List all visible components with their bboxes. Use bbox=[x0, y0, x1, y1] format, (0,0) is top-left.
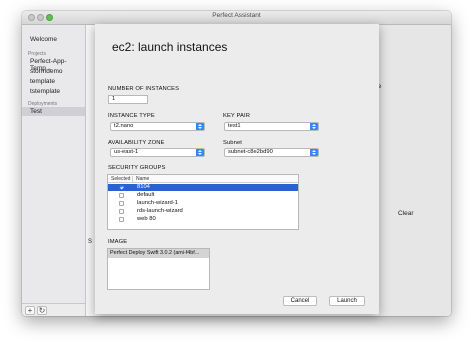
launch-button[interactable]: Launch bbox=[329, 296, 365, 306]
chevron-updown-icon bbox=[310, 123, 318, 130]
sidebar-item-deployment[interactable]: Test bbox=[22, 107, 85, 116]
availability-zone-value: us-east-1 bbox=[114, 149, 139, 155]
sheet-title: ec2: launch instances bbox=[112, 40, 228, 54]
subnet-value: subnet-c8e2bd90 bbox=[228, 149, 273, 155]
security-groups-table[interactable]: Selected Name 8104 default launch-wizard… bbox=[107, 174, 299, 230]
instance-type-select[interactable]: t2.nano bbox=[110, 122, 205, 131]
table-header: Selected Name bbox=[108, 175, 298, 183]
sidebar-item-project[interactable]: tstemplate bbox=[30, 88, 60, 95]
detail-panel bbox=[378, 25, 451, 316]
column-header-name[interactable]: Name bbox=[136, 176, 149, 182]
sidebar: Welcome Projects Perfect-App-Temp... sto… bbox=[22, 25, 86, 316]
title-bar: Perfect Assistant bbox=[22, 11, 451, 25]
sidebar-header-projects: Projects bbox=[28, 51, 47, 57]
chevron-updown-icon bbox=[196, 123, 204, 130]
subnet-label: Subnet bbox=[223, 140, 242, 146]
image-list[interactable]: Perfect Deploy Swift 3.0.2 (ami-f4bf... bbox=[107, 248, 210, 290]
add-button[interactable]: + bbox=[25, 306, 35, 315]
instance-type-label: INSTANCE TYPE bbox=[108, 113, 155, 119]
image-label: IMAGE bbox=[108, 239, 128, 245]
table-row[interactable]: 8104 bbox=[108, 184, 298, 191]
column-divider bbox=[132, 176, 133, 182]
security-groups-label: SECURITY GROUPS bbox=[108, 165, 166, 171]
table-row[interactable]: default bbox=[108, 192, 298, 199]
instance-type-value: t2.nano bbox=[114, 123, 134, 129]
image-list-item[interactable]: Perfect Deploy Swift 3.0.2 (ami-f4bf... bbox=[108, 249, 209, 258]
table-row[interactable]: rds-launch-wizard bbox=[108, 208, 298, 215]
checkbox[interactable] bbox=[119, 193, 124, 198]
table-row[interactable]: launch-wizard-1 bbox=[108, 200, 298, 207]
chevron-updown-icon bbox=[310, 149, 318, 156]
checkbox[interactable] bbox=[119, 185, 124, 190]
key-pair-select[interactable]: test1 bbox=[224, 122, 319, 131]
clear-button[interactable]: Clear bbox=[398, 210, 414, 217]
key-pair-value: test1 bbox=[228, 123, 241, 129]
column-header-selected[interactable]: Selected bbox=[111, 176, 130, 182]
security-group-name: rds-launch-wizard bbox=[137, 208, 183, 214]
availability-zone-select[interactable]: us-east-1 bbox=[110, 148, 205, 157]
availability-zone-label: AVAILABILITY ZONE bbox=[108, 140, 165, 146]
security-group-name: default bbox=[137, 192, 155, 198]
sidebar-item-project[interactable]: stormdemo bbox=[30, 68, 63, 75]
partial-label: S bbox=[88, 239, 93, 245]
checkbox[interactable] bbox=[119, 209, 124, 214]
security-group-name: launch-wizard-1 bbox=[137, 200, 178, 206]
chevron-updown-icon bbox=[196, 149, 204, 156]
num-instances-label: NUMBER OF INSTANCES bbox=[108, 86, 180, 92]
window-title: Perfect Assistant bbox=[212, 12, 261, 19]
num-instances-field[interactable]: 1 bbox=[108, 95, 148, 104]
subnet-select[interactable]: subnet-c8e2bd90 bbox=[224, 148, 319, 157]
table-row[interactable]: web 80 bbox=[108, 216, 298, 223]
security-group-name: web 80 bbox=[137, 216, 156, 222]
sidebar-item-project[interactable]: template bbox=[30, 78, 55, 85]
checkbox[interactable] bbox=[119, 217, 124, 222]
sidebar-toolbar: + ↻ bbox=[22, 303, 85, 316]
checkbox[interactable] bbox=[119, 201, 124, 206]
key-pair-label: KEY PAIR bbox=[223, 113, 251, 119]
sidebar-item-welcome[interactable]: Welcome bbox=[30, 36, 57, 43]
cancel-button[interactable]: Cancel bbox=[283, 296, 317, 306]
security-group-name: 8104 bbox=[137, 184, 150, 190]
refresh-icon[interactable]: ↻ bbox=[37, 306, 47, 315]
